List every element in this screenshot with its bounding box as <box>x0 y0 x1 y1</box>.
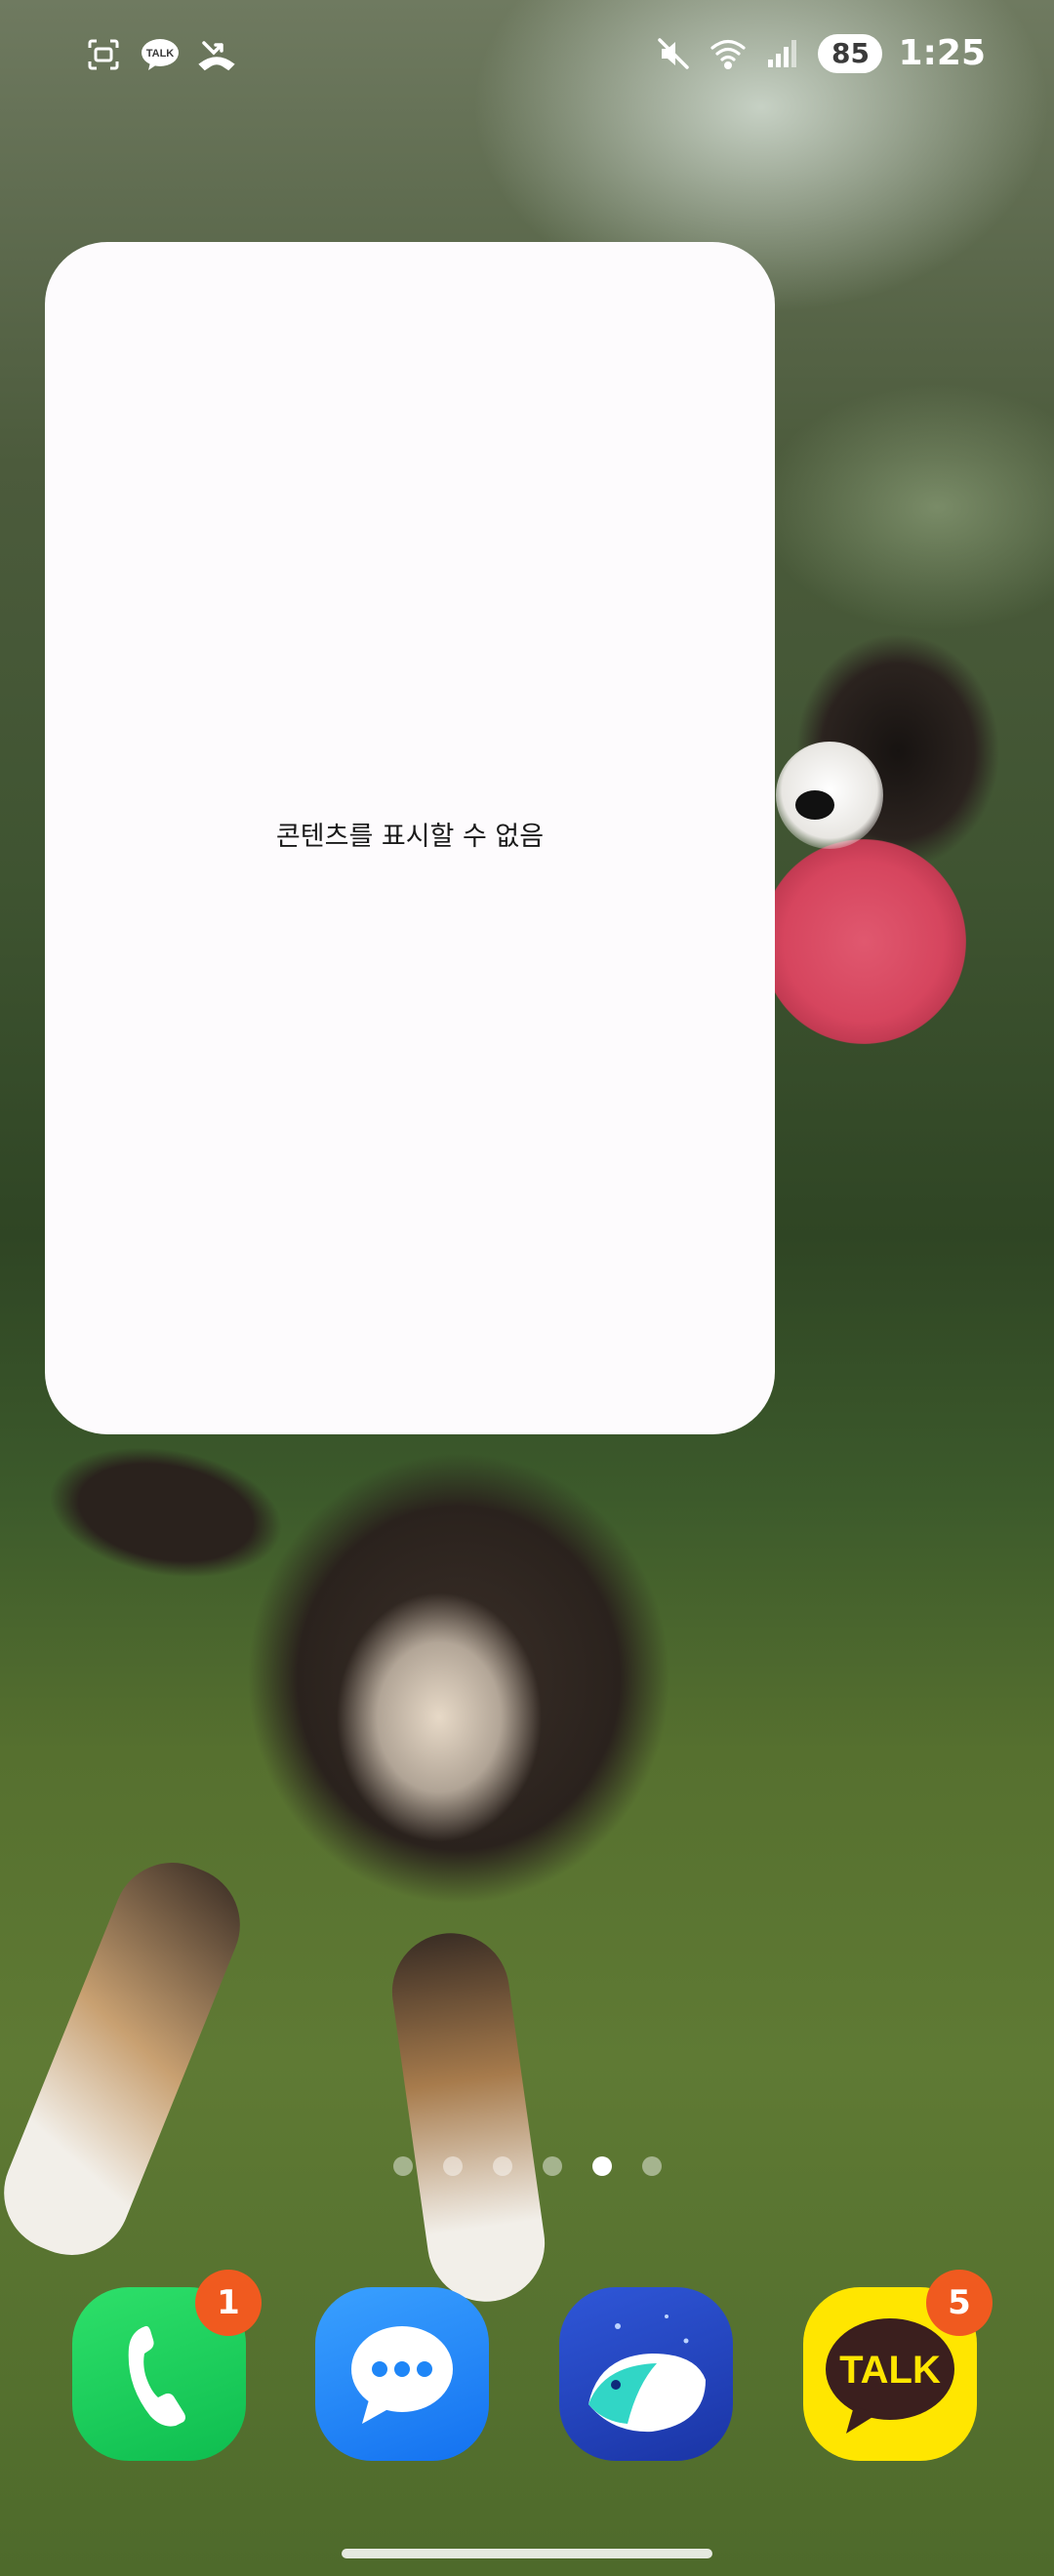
mute-icon <box>654 34 693 73</box>
svg-text:TALK: TALK <box>839 2349 941 2392</box>
page-indicator[interactable] <box>0 2156 1054 2176</box>
kakaotalk-notification-icon: TALK <box>141 35 180 74</box>
whale-icon <box>588 2314 706 2433</box>
messages-icon <box>351 2326 453 2424</box>
home-widget[interactable]: 콘텐츠를 표시할 수 없음 <box>45 242 775 1434</box>
phone-app-button[interactable]: 1 <box>72 2270 262 2461</box>
page-dot[interactable] <box>641 2156 662 2176</box>
navigation-gesture-bar[interactable] <box>342 2549 712 2558</box>
screenshot-icon <box>84 35 123 74</box>
missed-call-icon <box>197 35 236 74</box>
page-dot[interactable] <box>542 2156 562 2176</box>
phone-badge: 1 <box>195 2270 262 2336</box>
messages-app-button[interactable] <box>315 2287 489 2461</box>
page-dot-active[interactable] <box>591 2156 612 2176</box>
kakaotalk-app-button[interactable]: TALK 5 <box>803 2270 993 2461</box>
status-clock: 1:25 <box>898 33 986 73</box>
status-bar: TALK 85 1:25 <box>0 0 1054 107</box>
page-dot[interactable] <box>492 2156 512 2176</box>
whale-browser-app-button[interactable] <box>559 2287 733 2461</box>
signal-icon <box>763 34 802 73</box>
kakaotalk-badge: 5 <box>926 2270 993 2336</box>
page-dot[interactable] <box>392 2156 413 2176</box>
widget-error-message: 콘텐츠를 표시할 수 없음 <box>275 821 545 852</box>
page-dot[interactable] <box>442 2156 463 2176</box>
app-dock: 1 TALK 5 <box>0 2270 1054 2463</box>
wifi-icon <box>709 34 748 73</box>
svg-text:TALK: TALK <box>146 48 175 60</box>
battery-indicator: 85 <box>818 33 883 73</box>
